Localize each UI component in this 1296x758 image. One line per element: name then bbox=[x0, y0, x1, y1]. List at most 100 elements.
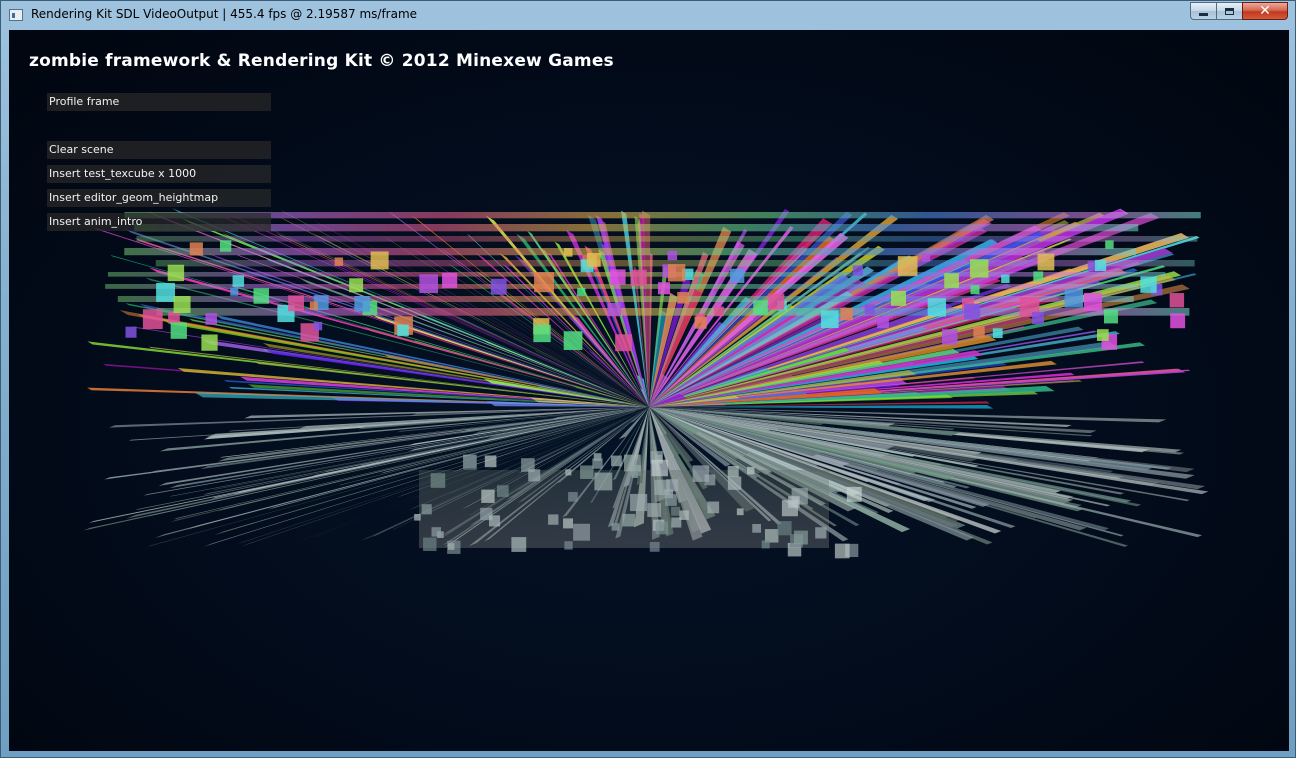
grey-cube bbox=[484, 455, 497, 468]
grey-cube bbox=[496, 485, 509, 497]
grey-cube bbox=[592, 458, 603, 469]
texcube bbox=[313, 321, 323, 331]
texcube bbox=[677, 292, 689, 304]
insert-anim-intro-button[interactable]: Insert anim_intro bbox=[47, 213, 271, 231]
texcube bbox=[189, 242, 203, 256]
close-icon: ✕ bbox=[1259, 3, 1271, 19]
texcube bbox=[667, 264, 686, 282]
texcube bbox=[1103, 309, 1118, 324]
texcube bbox=[168, 311, 180, 324]
grey-cube bbox=[431, 527, 441, 537]
texcube bbox=[205, 313, 218, 325]
grey-cube bbox=[622, 513, 635, 527]
texcube bbox=[1001, 274, 1010, 284]
grey-cube bbox=[481, 489, 495, 503]
grey-cube bbox=[747, 466, 755, 475]
texcube bbox=[142, 309, 163, 330]
profile-frame-button[interactable]: Profile frame bbox=[47, 93, 271, 111]
texcube bbox=[615, 334, 633, 352]
texcube bbox=[840, 307, 853, 321]
grey-cube bbox=[655, 521, 669, 535]
texcube bbox=[753, 300, 768, 315]
grey-cube bbox=[563, 518, 574, 529]
texcube bbox=[349, 278, 364, 293]
grey-cube bbox=[647, 503, 662, 517]
texcube bbox=[992, 328, 1003, 339]
texcube bbox=[534, 272, 555, 293]
band-stripe bbox=[124, 212, 1201, 219]
texcube bbox=[973, 326, 985, 338]
texcube bbox=[667, 250, 678, 261]
texcube bbox=[1064, 289, 1083, 308]
geometry-rays bbox=[83, 208, 1209, 559]
grey-cube bbox=[511, 537, 527, 552]
band-stripe bbox=[117, 296, 1134, 303]
texcube bbox=[970, 259, 989, 278]
texcube bbox=[877, 316, 889, 329]
texcube bbox=[125, 326, 137, 338]
texcube bbox=[219, 240, 232, 252]
title-bar[interactable]: Rendering Kit SDL VideoOutput | 455.4 fp… bbox=[1, 1, 1295, 29]
grey-cube bbox=[761, 540, 770, 549]
grey-cube bbox=[727, 476, 742, 490]
grey-cube bbox=[580, 465, 594, 479]
texcube bbox=[156, 282, 176, 302]
texcube bbox=[927, 298, 946, 317]
texcube bbox=[1083, 292, 1102, 311]
texcube bbox=[370, 251, 389, 270]
texcube bbox=[890, 290, 907, 306]
lower-ray bbox=[104, 407, 649, 480]
texcube bbox=[714, 306, 724, 317]
close-button[interactable]: ✕ bbox=[1242, 2, 1288, 20]
texcube bbox=[533, 324, 551, 343]
maximize-button[interactable] bbox=[1216, 2, 1242, 20]
texcube bbox=[288, 295, 304, 312]
band-stripe bbox=[124, 248, 1136, 256]
texcube bbox=[253, 288, 269, 304]
render-viewport[interactable]: zombie framework & Rendering Kit © 2012 … bbox=[9, 30, 1289, 751]
grey-cube bbox=[781, 500, 798, 517]
texcube bbox=[921, 253, 931, 262]
texcube bbox=[397, 324, 409, 337]
texcube bbox=[419, 274, 439, 294]
texcube bbox=[610, 269, 626, 285]
texcube bbox=[1105, 240, 1114, 249]
grey-cube bbox=[671, 506, 681, 516]
band-stripe bbox=[134, 224, 1139, 232]
texcube bbox=[630, 269, 647, 286]
grey-cube bbox=[692, 465, 710, 482]
grey-cube bbox=[414, 514, 421, 521]
texcube bbox=[852, 265, 864, 276]
grey-cube bbox=[651, 459, 668, 477]
texcube bbox=[167, 264, 185, 282]
grey-cube bbox=[707, 501, 720, 514]
grey-cube bbox=[815, 527, 827, 539]
texcube bbox=[490, 278, 507, 295]
grey-cube bbox=[564, 541, 573, 550]
maximize-icon bbox=[1225, 7, 1234, 15]
insert-heightmap-button[interactable]: Insert editor_geom_heightmap bbox=[47, 189, 271, 207]
grey-cube bbox=[794, 530, 808, 545]
texcube bbox=[941, 329, 958, 345]
grey-cube bbox=[430, 473, 446, 488]
minimize-button[interactable] bbox=[1190, 2, 1216, 20]
window-app-icon[interactable] bbox=[9, 9, 23, 21]
texcube bbox=[1037, 253, 1055, 271]
grey-cube bbox=[665, 494, 677, 506]
grey-cube bbox=[528, 469, 541, 482]
grey-cube bbox=[752, 523, 762, 533]
clear-scene-button[interactable]: Clear scene bbox=[47, 141, 271, 159]
grey-cube bbox=[630, 493, 648, 512]
texcube bbox=[1095, 259, 1107, 272]
grey-cube bbox=[777, 521, 792, 536]
texcube bbox=[964, 303, 981, 320]
grey-cube bbox=[736, 508, 744, 516]
texcube bbox=[577, 287, 586, 297]
band-stripe bbox=[136, 236, 1198, 242]
grey-cube bbox=[727, 465, 739, 478]
app-window: Rendering Kit SDL VideoOutput | 455.4 fp… bbox=[0, 0, 1296, 758]
grey-cube bbox=[573, 523, 591, 541]
texcube bbox=[970, 285, 980, 295]
insert-texcube-button[interactable]: Insert test_texcube x 1000 bbox=[47, 165, 271, 183]
grey-cube bbox=[846, 486, 862, 502]
